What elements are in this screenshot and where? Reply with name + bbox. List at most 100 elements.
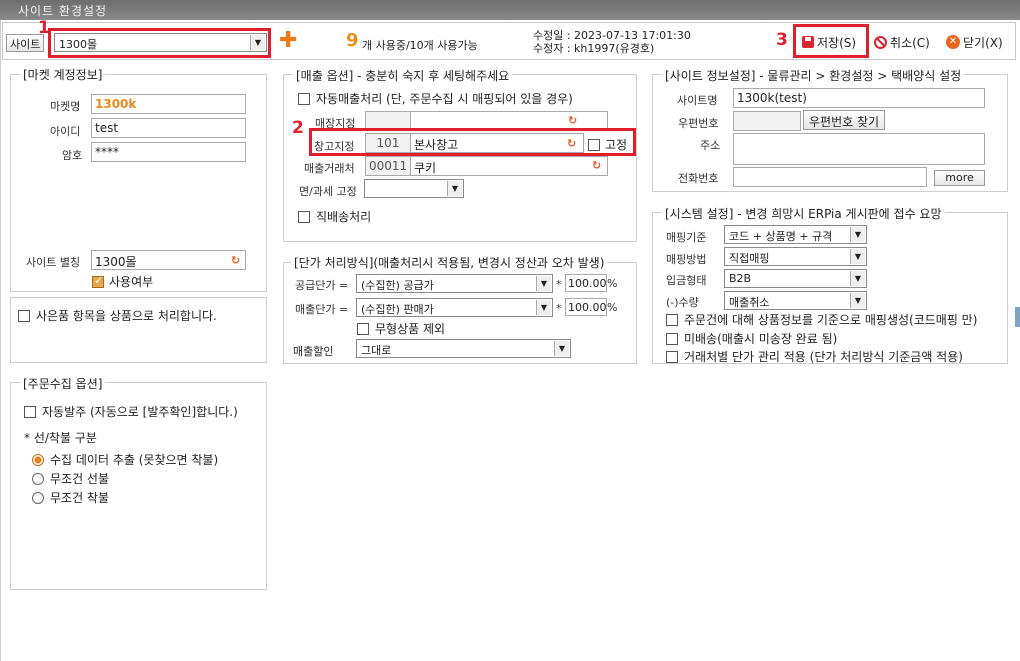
customer-code-field[interactable]: 00011 [365, 156, 411, 176]
radio-icon [32, 472, 44, 485]
deposit-value: B2B [729, 272, 752, 285]
qty-label: (-)수량 [666, 296, 699, 309]
close-label: 닫기(X) [963, 35, 1003, 50]
supply-select[interactable]: (수집한) 공급가 ▼ [356, 274, 553, 293]
id-label: 아이디 [50, 125, 81, 138]
auto-sales-label: 자동매출처리 (단, 주문수집 시 매핑되어 있을 경우) [316, 92, 573, 106]
refresh-icon[interactable]: ↻ [231, 254, 240, 267]
discount-value: 그대로 [361, 344, 392, 357]
chevron-down-icon: ▼ [447, 181, 462, 196]
zip-search-button[interactable]: 우편번호 찾기 [803, 110, 886, 130]
percent-sign: % [607, 301, 618, 314]
supply-percent-field[interactable]: 100.00 [565, 274, 607, 292]
mapping-std-value: 코드 + 상품명 + 규격 [729, 230, 833, 243]
system-title: [시스템 설정] - 변경 희망시 ERPia 게시판에 접수 요망 [662, 205, 945, 222]
radio-selected-icon [32, 453, 44, 466]
mapping-method-select[interactable]: 직접매핑 ▼ [724, 247, 867, 266]
scrollbar-handle[interactable] [1015, 307, 1020, 327]
times-sign: * [556, 278, 562, 291]
customer-price-checkbox[interactable]: 거래처별 단가 관리 적용 (단가 처리방식 기준금액 적용) [666, 348, 963, 365]
site-select-value: 1300몰 [59, 38, 98, 51]
refresh-icon[interactable]: ↻ [567, 137, 576, 150]
cancel-button[interactable]: 취소(C) [874, 34, 930, 50]
times-sign: * [556, 302, 562, 315]
nickname-field[interactable]: 1300몰 [91, 250, 246, 270]
cancel-icon [874, 35, 887, 49]
supply-label: 공급단가 = [295, 279, 349, 292]
fixed-label: 고정 [605, 138, 628, 152]
exclude-label: 무형상품 제외 [375, 322, 446, 336]
qty-select[interactable]: 매출취소 ▼ [724, 291, 867, 310]
zip-field[interactable] [733, 111, 801, 131]
warehouse-name-field[interactable]: 본사창고 [410, 133, 584, 153]
chevron-down-icon: ▼ [554, 341, 569, 356]
use-label: 사용여부 [109, 275, 154, 289]
use-checkbox[interactable]: 사용여부 [92, 273, 153, 290]
mapping-std-label: 매핑기준 [666, 231, 707, 244]
sale-percent-field[interactable]: 100.00 [565, 298, 607, 316]
annotation-2: 2 [292, 118, 304, 138]
site-info-title: [사이트 정보설정] - 물류관리 > 환경설정 > 택배양식 설정 [662, 67, 965, 84]
discount-label: 매출할인 [293, 345, 334, 358]
radio-prepaid[interactable]: 무조건 선불 [32, 470, 109, 487]
undelivered-label: 미배송(매출시 미송장 완료 됨) [684, 332, 838, 346]
address-field[interactable] [733, 133, 985, 165]
chevron-down-icon: ▼ [250, 35, 265, 50]
mapping-create-checkbox[interactable]: 주문건에 대해 상품정보를 기준으로 매핑생성(코드매핑 만) [666, 311, 977, 328]
usage-count: 9 [346, 30, 359, 51]
radio-icon [32, 491, 44, 504]
mapping-std-select[interactable]: 코드 + 상품명 + 규격 ▼ [724, 225, 867, 244]
close-icon: ✕ [946, 35, 960, 49]
password-field[interactable]: **** [91, 142, 246, 162]
checkbox-icon [18, 309, 30, 322]
address-label: 주소 [700, 139, 721, 152]
percent-sign: % [607, 277, 618, 290]
customer-name-field[interactable]: 쿠키 [410, 156, 608, 176]
close-button[interactable]: ✕ 닫기(X) [946, 34, 1003, 50]
market-name-field[interactable]: 1300k [91, 94, 246, 114]
radio-cod-label: 무조건 착불 [50, 491, 110, 505]
sale-select[interactable]: (수집한) 판매가 ▼ [356, 298, 553, 317]
phone-label: 전화번호 [678, 172, 719, 185]
site-select[interactable]: 1300몰 ▼ [54, 33, 267, 52]
deposit-label: 입금형태 [666, 274, 707, 287]
radio-extract[interactable]: 수집 데이터 추출 (못찾으면 착불) [32, 451, 218, 468]
site-name-field[interactable]: 1300k(test) [733, 88, 985, 108]
save-button[interactable]: 저장(S) [802, 34, 856, 50]
undelivered-checkbox[interactable]: 미배송(매출시 미송장 완료 됨) [666, 330, 837, 347]
radio-cod[interactable]: 무조건 착불 [32, 489, 109, 506]
market-title: [마켓 계정정보] [20, 66, 106, 83]
sale-value: (수집한) 판매가 [361, 303, 434, 316]
qty-value: 매출취소 [729, 296, 770, 309]
id-field[interactable]: test [91, 118, 246, 138]
deposit-select[interactable]: B2B ▼ [724, 269, 867, 288]
checkbox-icon [298, 92, 310, 105]
nickname-label: 사이트 별칭 [26, 256, 81, 269]
mapping-method-label: 매핑방법 [666, 253, 707, 266]
exclude-checkbox[interactable]: 무형상품 제외 [357, 320, 445, 337]
more-button[interactable]: more [934, 170, 985, 186]
price-title: [단가 처리방식](매출처리시 적용됨, 변경시 정산과 오차 발생) [291, 254, 608, 271]
refresh-icon[interactable]: ↻ [568, 114, 577, 127]
fixed-checkbox[interactable]: 고정 [588, 136, 627, 153]
auto-order-checkbox[interactable]: 자동발주 (자동으로 [발주확인]합니다.) [24, 403, 238, 420]
prepaid-section-label: * 선/착불 구분 [24, 431, 97, 445]
warehouse-code-field[interactable]: 101 [365, 133, 411, 153]
radio-prepaid-label: 무조건 선불 [50, 472, 110, 486]
phone-field[interactable] [733, 167, 927, 187]
auto-sales-checkbox[interactable]: 자동매출처리 (단, 주문수집 시 매핑되어 있을 경우) [298, 90, 573, 107]
sales-title: [매출 옵션] - 충분히 숙지 후 세팅해주세요 [293, 67, 513, 84]
refresh-icon[interactable]: ↻ [592, 159, 601, 172]
mapping-method-value: 직접매핑 [729, 252, 770, 265]
radio-extract-label: 수집 데이터 추출 (못찾으면 착불) [50, 453, 219, 467]
discount-select[interactable]: 그대로 ▼ [356, 339, 571, 358]
direct-checkbox[interactable]: 직배송처리 [298, 208, 371, 225]
chevron-down-icon: ▼ [850, 293, 865, 308]
checkbox-icon [666, 332, 678, 345]
add-icon[interactable]: ✚ [279, 30, 297, 52]
tax-select[interactable]: ▼ [364, 179, 464, 198]
gift-checkbox[interactable]: 사은품 항목을 상품으로 처리합니다. [18, 307, 217, 324]
chevron-down-icon: ▼ [536, 276, 551, 291]
checkbox-icon [666, 350, 678, 363]
chevron-down-icon: ▼ [536, 300, 551, 315]
